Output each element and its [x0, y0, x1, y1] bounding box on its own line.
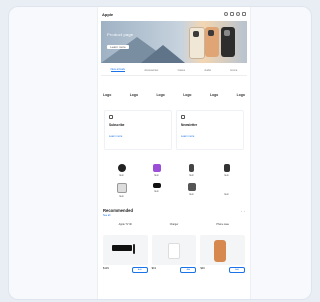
charger-image	[167, 243, 180, 259]
add-to-bag-button[interactable]: Add	[229, 267, 246, 273]
brand-logo[interactable]: Logo	[210, 93, 218, 97]
product-card[interactable]: Phone case $49 Add	[200, 223, 246, 273]
store-page: Apple Product page Learn more New arriva…	[97, 7, 251, 299]
product-thumbnail	[223, 164, 230, 172]
brand-logo[interactable]: Logo	[237, 93, 245, 97]
product-carousel: Apple TV 4K $129 Add Charger $19 Add Pho…	[103, 223, 246, 273]
apple-tv-image	[112, 245, 132, 251]
search-icon[interactable]	[224, 12, 228, 16]
info-cards: Subscribe Learn more Newsletter Learn mo…	[104, 110, 244, 150]
product-name: Phone case	[216, 223, 229, 226]
product-image	[200, 235, 246, 265]
category-item[interactable]: Item	[104, 164, 139, 177]
category-label: Item	[224, 174, 229, 177]
info-card-title: Subscribe	[109, 123, 125, 127]
banner-mountain-graphic	[141, 45, 185, 63]
tab-cases[interactable]: Cases	[178, 69, 185, 72]
category-label: Item	[119, 195, 124, 198]
category-label: Item	[224, 193, 229, 196]
brand-logos-row: Logo Logo Logo Logo Logo Logo	[103, 90, 245, 100]
tab-home[interactable]: Home	[230, 69, 237, 72]
recommended-header: Recommended ‹ ›	[103, 208, 245, 213]
banner-title: Product page	[107, 32, 134, 37]
category-grid: Item Item Item Item Item Item Item Item	[104, 164, 244, 198]
category-item[interactable]: Item	[104, 183, 139, 198]
category-label: Item	[154, 190, 159, 193]
screenshot-card: Apple Product page Learn more New arriva…	[8, 6, 312, 300]
bag-icon[interactable]	[230, 12, 234, 16]
recommended-title: Recommended	[103, 208, 134, 213]
product-name: Charger	[169, 223, 179, 226]
category-label: Item	[154, 174, 159, 177]
product-name: Apple TV 4K	[118, 223, 133, 226]
phone-case-image	[214, 240, 227, 262]
category-item[interactable]: Item	[174, 183, 209, 198]
product-thumbnail	[187, 183, 196, 191]
brand-logo[interactable]: Logo	[156, 93, 164, 97]
category-item[interactable]: Item	[209, 183, 244, 198]
add-to-bag-button[interactable]: Add	[131, 267, 148, 273]
menu-icon[interactable]	[242, 12, 246, 16]
chevron-right-icon[interactable]: ›	[244, 209, 245, 213]
banner-button[interactable]: Learn more	[107, 45, 129, 49]
product-thumbnail	[189, 164, 194, 172]
category-label: Item	[119, 174, 124, 177]
category-item[interactable]: Item	[139, 183, 174, 198]
category-item[interactable]: Item	[139, 164, 174, 177]
product-thumbnail	[152, 183, 161, 188]
phone-case-image	[205, 27, 219, 57]
product-thumbnail	[222, 183, 231, 191]
account-icon[interactable]	[236, 12, 240, 16]
info-card-title: Newsletter	[181, 123, 198, 127]
recommended-see-all-link[interactable]: See all	[103, 214, 245, 217]
product-card[interactable]: Apple TV 4K $129 Add	[103, 223, 148, 273]
logo[interactable]: Apple	[102, 12, 113, 17]
category-item[interactable]: Item	[209, 164, 244, 177]
product-thumbnail	[152, 164, 161, 172]
info-icon	[109, 115, 113, 119]
tab-accessories[interactable]: Accessories	[144, 69, 158, 72]
info-icon	[181, 115, 185, 119]
product-thumbnail	[117, 164, 126, 172]
category-label: Item	[189, 174, 194, 177]
product-image	[151, 235, 197, 265]
top-navigation: Apple	[98, 7, 250, 21]
phone-case-image	[189, 27, 205, 59]
brand-logo[interactable]: Logo	[183, 93, 191, 97]
phone-case-image	[221, 27, 235, 57]
carousel-arrows: ‹ ›	[241, 209, 245, 213]
chevron-left-icon[interactable]: ‹	[241, 209, 242, 213]
remote-image	[133, 244, 135, 254]
tab-new-arrivals[interactable]: New arrivals	[110, 68, 125, 72]
category-label: Item	[189, 193, 194, 196]
product-card[interactable]: Charger $19 Add	[151, 223, 197, 273]
product-thumbnail	[116, 183, 127, 193]
info-card[interactable]: Subscribe Learn more	[104, 110, 172, 150]
hero-banner[interactable]: Product page Learn more	[101, 21, 247, 63]
add-to-bag-button[interactable]: Add	[180, 267, 197, 273]
top-icons	[224, 12, 246, 16]
info-card-link[interactable]: Learn more	[181, 135, 239, 138]
category-item[interactable]: Item	[174, 164, 209, 177]
brand-logo[interactable]: Logo	[103, 93, 111, 97]
brand-logo[interactable]: Logo	[130, 93, 138, 97]
tab-audio[interactable]: Audio	[204, 69, 211, 72]
info-card[interactable]: Newsletter Learn more	[176, 110, 244, 150]
info-card-link[interactable]: Learn more	[109, 135, 167, 138]
product-image	[103, 235, 148, 265]
category-tabs: New arrivals Accessories Cases Audio Hom…	[101, 65, 247, 76]
